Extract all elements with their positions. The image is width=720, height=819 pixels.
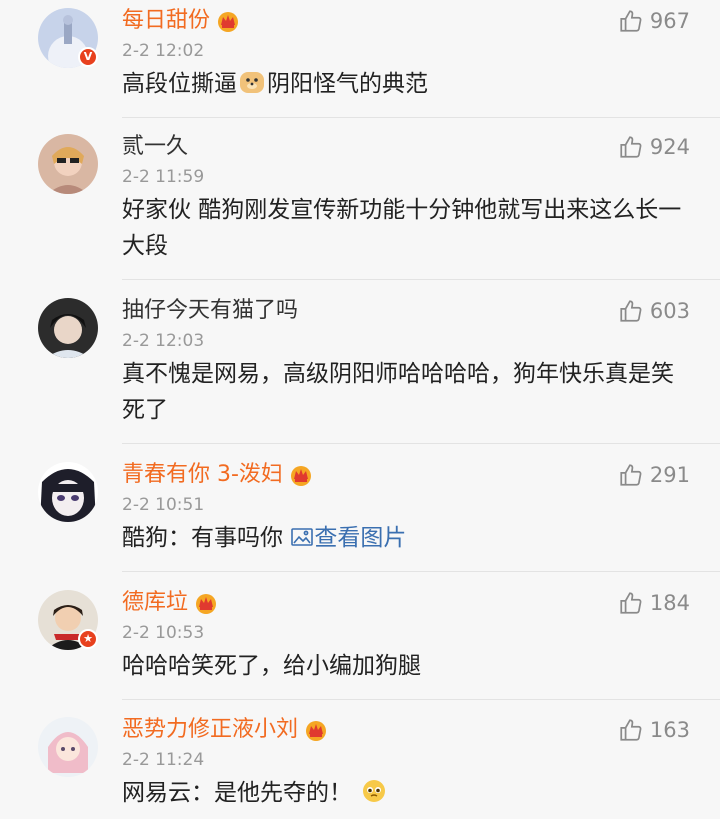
comment-text: 真不愧是网易，高级阴阳师哈哈哈哈，狗年快乐真是笑死了 [122, 361, 674, 423]
verified-badge: ★ [78, 629, 98, 649]
username[interactable]: 贰一久 [122, 132, 188, 162]
comment-item: 贰一久 2-2 11:59 924 好家伙 酷狗刚发宣传新功能十分钟他就写出来这… [0, 126, 720, 280]
vip-crown-icon [289, 463, 313, 487]
comment-item: V 每日甜份 2-2 12:02 967 高段位撕逼 阴阳怪气的典范 [0, 0, 720, 118]
like-count: 603 [649, 299, 690, 323]
thumbs-up-icon [620, 300, 642, 322]
like-button[interactable]: 291 [618, 462, 690, 488]
divider [122, 443, 720, 444]
divider [122, 571, 720, 572]
comment-list: V 每日甜份 2-2 12:02 967 高段位撕逼 阴阳怪气的典范 贰一久 2-… [0, 0, 720, 819]
thumbs-up-icon [620, 464, 642, 486]
image-icon [291, 528, 314, 546]
username[interactable]: 抽仔今天有猫了吗 [122, 296, 298, 326]
divider [122, 117, 720, 118]
divider [122, 279, 720, 280]
thumbs-up-icon [620, 592, 642, 614]
comment-time: 2-2 11:24 [122, 750, 205, 770]
vip-crown-icon [304, 718, 328, 742]
avatar[interactable] [38, 134, 98, 194]
comment-text: 酷狗：有事吗你 查看图片 [122, 525, 407, 551]
comment-time: 2-2 11:59 [122, 167, 205, 187]
username[interactable]: 青春有你 3-泼妇 [122, 460, 283, 490]
like-count: 924 [649, 135, 690, 159]
comment-time: 2-2 10:53 [122, 623, 205, 643]
thumbs-up-icon [620, 719, 642, 741]
comment-text: 好家伙 酷狗刚发宣传新功能十分钟他就写出来这么长一大段 [122, 197, 682, 259]
thumbs-up-icon [620, 136, 642, 158]
avatar[interactable] [38, 462, 98, 522]
comment-time: 2-2 10:51 [122, 495, 205, 515]
like-button[interactable]: 163 [618, 717, 690, 743]
like-button[interactable]: 603 [618, 298, 690, 324]
comment-time: 2-2 12:03 [122, 331, 205, 351]
verified-badge: V [78, 47, 98, 67]
doge-emoji [239, 69, 265, 95]
comment-time: 2-2 12:02 [122, 41, 205, 61]
divider [122, 699, 720, 700]
comment-text: 哈哈哈笑死了，给小编加狗腿 [122, 653, 421, 679]
username[interactable]: 恶势力修正液小刘 [122, 715, 298, 745]
username[interactable]: 每日甜份 [122, 6, 210, 36]
like-button[interactable]: 924 [618, 134, 690, 160]
comment-text: 高段位撕逼 阴阳怪气的典范 [122, 69, 428, 97]
comment-item: 青春有你 3-泼妇 2-2 10:51 291 酷狗：有事吗你 查看图片 [0, 454, 720, 572]
comment-text: 网易云：是他先夺的！ [122, 775, 682, 811]
like-button[interactable]: 184 [618, 590, 690, 616]
like-count: 184 [649, 591, 690, 615]
pleading-face-emoji [361, 778, 387, 804]
comment-item: 恶势力修正液小刘 2-2 11:24 163 网易云：是他先夺的！ [0, 709, 720, 819]
like-count: 967 [649, 9, 690, 33]
vip-crown-icon [216, 9, 240, 33]
username[interactable]: 德库垃 [122, 588, 188, 618]
comment-item: ★ 德库垃 2-2 10:53 184 哈哈哈笑死了，给小编加狗腿 [0, 582, 720, 700]
comment-item: 抽仔今天有猫了吗 2-2 12:03 603 真不愧是网易，高级阴阳师哈哈哈哈，… [0, 290, 720, 444]
view-image-link[interactable]: 查看图片 [290, 525, 406, 551]
thumbs-up-icon [620, 10, 642, 32]
avatar[interactable] [38, 717, 98, 777]
like-button[interactable]: 967 [618, 8, 690, 34]
vip-crown-icon [194, 591, 218, 615]
avatar[interactable] [38, 298, 98, 358]
like-count: 163 [649, 718, 690, 742]
like-count: 291 [649, 463, 690, 487]
